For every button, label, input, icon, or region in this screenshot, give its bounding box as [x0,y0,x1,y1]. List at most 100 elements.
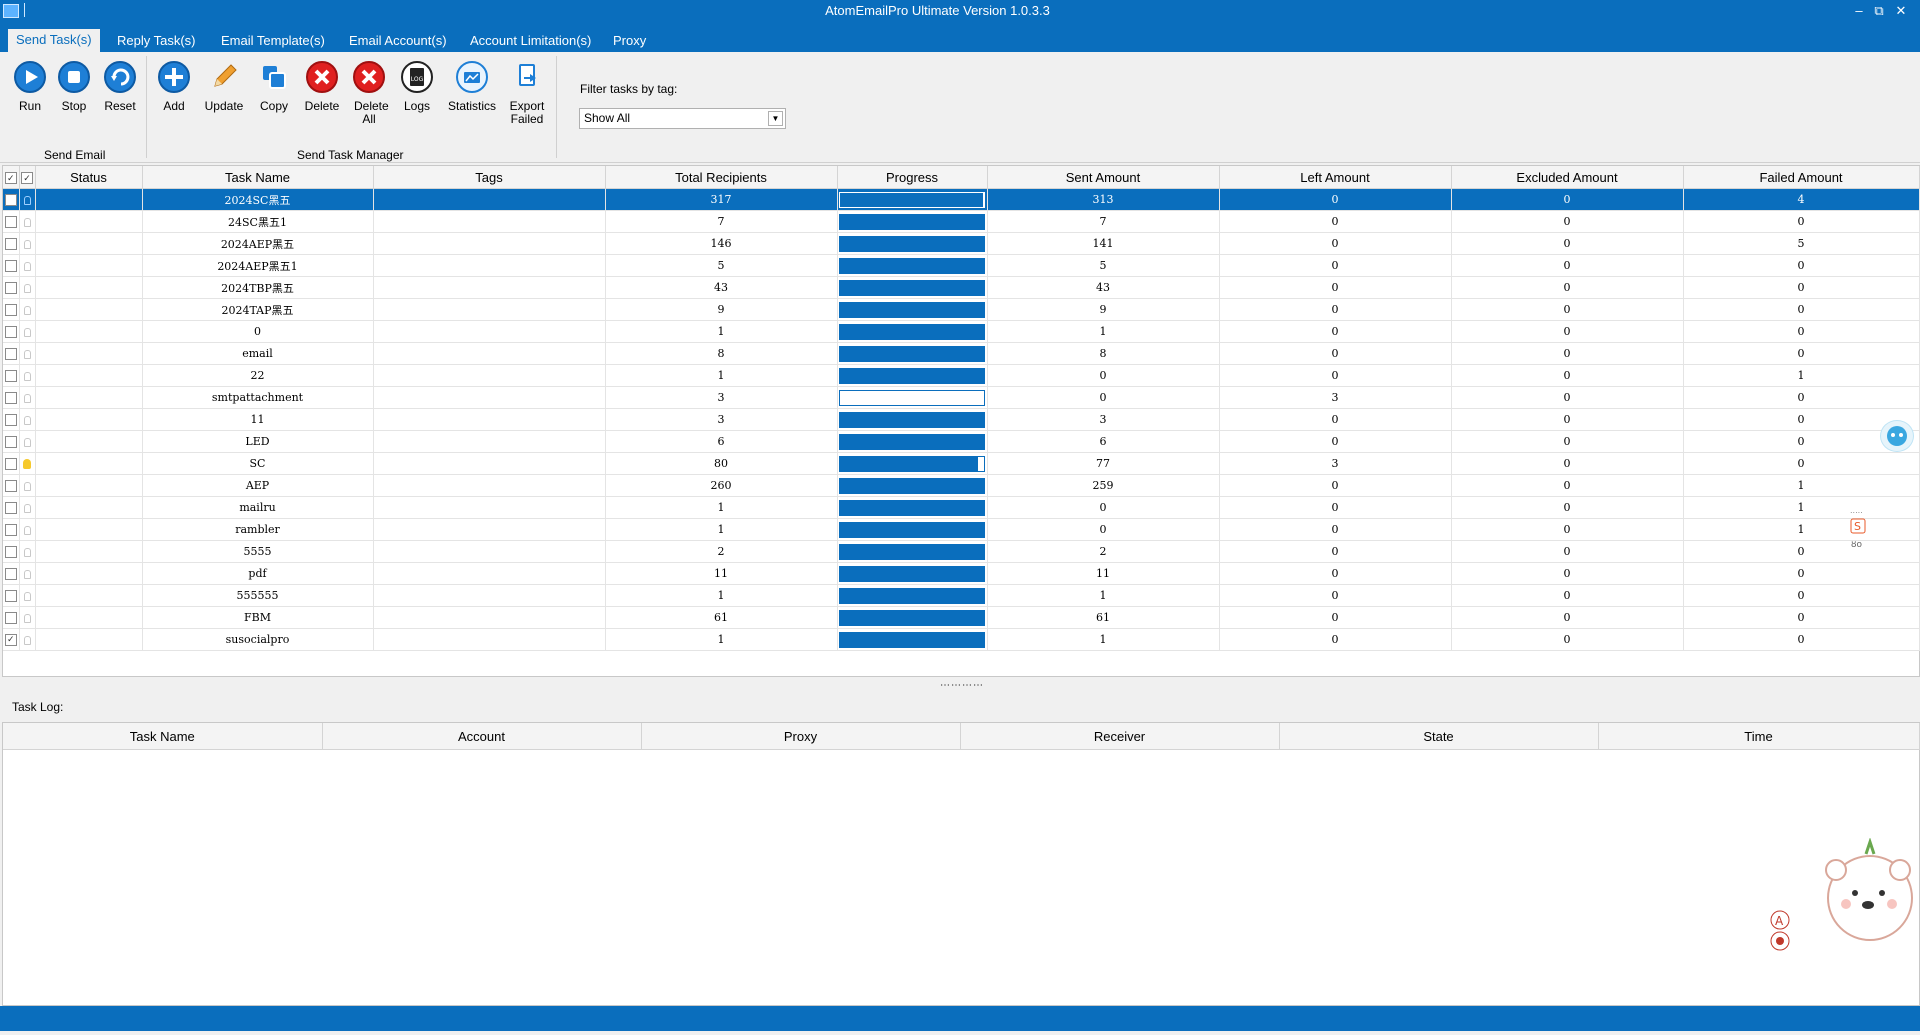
task-row[interactable]: AEP 260 259 0 0 1 [3,474,1920,497]
checkbox[interactable] [4,414,17,426]
checkbox[interactable] [4,458,17,470]
row-checkbox[interactable] [3,342,20,365]
row-checkbox[interactable] [3,540,20,563]
row-checkbox[interactable] [3,386,20,409]
row-checkbox[interactable] [3,364,20,387]
checkbox[interactable] [4,392,17,404]
row-checkbox[interactable] [3,408,20,431]
select-all-checkbox[interactable]: ✓ [3,166,20,189]
task-row[interactable]: 2024SC黑五 317 313 0 0 4 [3,188,1920,211]
delete-all-button[interactable]: Delete All [345,60,393,126]
checkbox[interactable] [4,590,17,602]
checkbox[interactable] [4,304,17,316]
checkbox[interactable] [4,260,17,272]
statistics-button[interactable]: Statistics [448,60,496,113]
checkbox[interactable] [4,238,17,250]
task-row[interactable]: 22 1 0 0 0 1 [3,364,1920,387]
task-row[interactable]: 11 3 3 0 0 0 [3,408,1920,431]
column-header-sent-amount[interactable]: Sent Amount [987,166,1220,189]
row-checkbox[interactable] [3,518,20,541]
column-header-left-amount[interactable]: Left Amount [1219,166,1452,189]
task-row[interactable]: 24SC黑五1 7 7 0 0 0 [3,210,1920,233]
checkbox[interactable] [4,480,17,492]
run-button[interactable]: Run [6,60,54,113]
log-column-proxy[interactable]: Proxy [641,723,961,750]
task-row[interactable]: pdf 11 11 0 0 0 [3,562,1920,585]
copy-button[interactable]: Copy [250,60,298,113]
column-header-progress[interactable]: Progress [837,166,988,189]
checkbox[interactable] [4,568,17,580]
row-checkbox[interactable] [3,562,20,585]
row-checkbox[interactable] [3,254,20,277]
task-row[interactable]: mailru 1 0 0 0 1 [3,496,1920,519]
task-row[interactable]: 2024TBP黑五 43 43 0 0 0 [3,276,1920,299]
row-checkbox[interactable] [3,298,20,321]
add-button[interactable]: Add [150,60,198,113]
column-header-failed-amount[interactable]: Failed Amount [1683,166,1920,189]
tab-email-templates[interactable]: Email Template(s) [213,30,333,52]
row-checkbox[interactable] [3,430,20,453]
checkbox[interactable]: ✓ [4,634,17,646]
column-header-excluded-amount[interactable]: Excluded Amount [1451,166,1684,189]
task-row[interactable]: 2024AEP黑五1 5 5 0 0 0 [3,254,1920,277]
delete-button[interactable]: Delete [298,60,346,113]
task-row[interactable]: 555555 1 1 0 0 0 [3,584,1920,607]
task-row[interactable]: email 8 8 0 0 0 [3,342,1920,365]
chat-bubble-icon[interactable] [1880,420,1914,452]
tab-email-accounts[interactable]: Email Account(s) [341,30,455,52]
logs-button[interactable]: LOG Logs [393,60,441,113]
task-row[interactable]: 5555 2 2 0 0 0 [3,540,1920,563]
row-checkbox[interactable] [3,606,20,629]
reset-button[interactable]: Reset [96,60,144,113]
checkbox[interactable] [4,216,17,228]
update-button[interactable]: Update [200,60,248,113]
tab-reply-tasks[interactable]: Reply Task(s) [109,30,204,52]
checkbox[interactable] [4,282,17,294]
row-checkbox[interactable] [3,452,20,475]
chevron-down-icon[interactable]: ▼ [768,111,783,126]
task-row[interactable]: SC 80 77 3 0 0 [3,452,1920,475]
task-row[interactable]: 2024AEP黑五 146 141 0 0 5 [3,232,1920,255]
column-header-tags[interactable]: Tags [373,166,606,189]
task-row[interactable]: 2024TAP黑五 9 9 0 0 0 [3,298,1920,321]
row-checkbox[interactable] [3,474,20,497]
checkbox[interactable] [4,546,17,558]
export-failed-button[interactable]: Export Failed [503,60,551,126]
stop-button[interactable]: Stop [50,60,98,113]
log-column-state[interactable]: State [1279,723,1599,750]
column-header-task-name[interactable]: Task Name [142,166,374,189]
row-checkbox[interactable] [3,496,20,519]
checkbox[interactable] [4,370,17,382]
column-header-status[interactable]: Status [35,166,143,189]
checkbox[interactable] [4,524,17,536]
log-column-receiver[interactable]: Receiver [960,723,1280,750]
checkbox[interactable] [4,436,17,448]
checkbox[interactable] [4,612,17,624]
row-checkbox[interactable] [3,276,20,299]
log-column-time[interactable]: Time [1598,723,1920,750]
checkbox[interactable] [4,194,17,206]
task-row[interactable]: smtpattachment 3 0 3 0 0 [3,386,1920,409]
select-all-checkbox-secondary[interactable]: ✓ [19,166,36,189]
floating-tool-icon[interactable]: ..... Sȣo [1848,505,1870,553]
close-icon[interactable]: ✕ [1890,1,1912,21]
task-row[interactable]: FBM 61 61 0 0 0 [3,606,1920,629]
tab-account-limitations[interactable]: Account Limitation(s) [462,30,599,52]
row-checkbox[interactable] [3,584,20,607]
task-row[interactable]: rambler 1 0 0 0 1 [3,518,1920,541]
restore-icon[interactable]: ⧉ [1868,1,1890,21]
tag-filter-select[interactable]: Show All ▼ [579,108,786,129]
checkbox[interactable] [4,348,17,360]
task-row[interactable]: ✓ susocialpro 1 1 0 0 0 [3,628,1920,651]
tab-send-tasks[interactable]: Send Task(s) [8,29,100,52]
checkbox[interactable] [4,502,17,514]
task-row[interactable]: LED 6 6 0 0 0 [3,430,1920,453]
panel-splitter[interactable]: ⋯⋯⋯⋯ [940,680,984,691]
log-column-task-name[interactable]: Task Name [3,723,323,750]
task-row[interactable]: 011000 [3,320,1920,343]
tab-proxy[interactable]: Proxy [605,30,654,52]
minimize-icon[interactable]: – [1848,1,1870,21]
row-checkbox[interactable]: ✓ [3,628,20,651]
row-checkbox[interactable] [3,232,20,255]
row-checkbox[interactable] [3,188,20,211]
